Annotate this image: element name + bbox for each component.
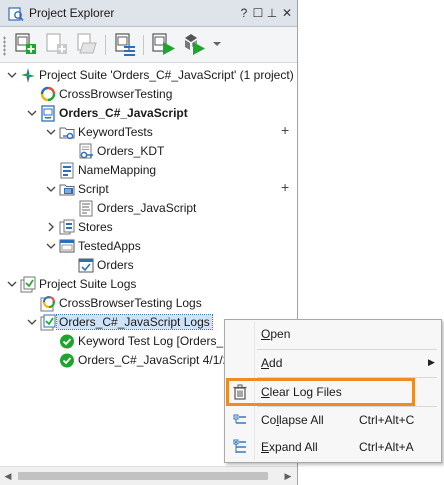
- tree-label: Project Suite Logs: [39, 277, 137, 291]
- add-script-icon[interactable]: +: [281, 179, 289, 195]
- folder-open-icon: [77, 33, 97, 54]
- menu-item-label: Collapse All: [261, 413, 324, 427]
- menu-item-open[interactable]: Open: [225, 322, 441, 346]
- collapse-arrow-icon[interactable]: [6, 68, 18, 82]
- testedapps-icon: [59, 239, 75, 253]
- menu-item-label: Add: [261, 356, 283, 370]
- help-button[interactable]: ?: [237, 5, 251, 21]
- expand-arrow-icon[interactable]: [45, 220, 57, 234]
- collapse-arrow-icon[interactable]: [45, 239, 57, 253]
- add-new-icon: [15, 33, 36, 54]
- menu-shortcut: Ctrl+Alt+C: [359, 413, 415, 427]
- keyword-test-icon: [79, 143, 93, 159]
- tree-label: Orders_C#_JavaScript Logs: [56, 314, 213, 330]
- crossbrowsertesting-icon: [40, 86, 56, 102]
- cbt-logs-icon: [40, 296, 55, 312]
- log-success-icon: [60, 334, 74, 349]
- collapse-arrow-icon[interactable]: [26, 106, 38, 120]
- panel-title-bar: Project Explorer ? ☐ ⊥ ✕: [0, 0, 297, 27]
- add-keywordtest-icon[interactable]: +: [281, 122, 289, 138]
- tree-label: Orders: [97, 258, 134, 272]
- menu-item-label: Open: [261, 327, 291, 341]
- add-new-item-button[interactable]: [12, 31, 38, 57]
- toolbar-grip[interactable]: [3, 36, 6, 56]
- tree-label: Project Suite 'Orders_C#_JavaScript' (1 …: [39, 68, 294, 82]
- scroll-right-icon[interactable]: ▶: [283, 471, 293, 481]
- toolbar-dropdown[interactable]: [210, 31, 224, 57]
- namemapping-icon: [60, 162, 74, 179]
- menu-item-add[interactable]: Add ▶: [225, 351, 441, 375]
- tree-label: CrossBrowserTesting Logs: [59, 296, 202, 310]
- collapse-all-icon: [233, 414, 246, 424]
- collapse-arrow-icon[interactable]: [45, 182, 57, 196]
- run-test-icon: [185, 34, 205, 55]
- menu-separator: [257, 406, 437, 407]
- run-project-button[interactable]: [150, 31, 176, 57]
- clear-log-files-highlight: [226, 378, 415, 406]
- submenu-arrow-icon: ▶: [428, 357, 435, 367]
- tree-label: Orders_JavaScript: [97, 201, 197, 215]
- script-unit-icon: [79, 200, 93, 217]
- open-folder-button[interactable]: [74, 31, 100, 57]
- project-suite-icon: [21, 68, 35, 83]
- keywordtests-folder-icon: [59, 127, 75, 140]
- script-folder-icon: [59, 184, 75, 196]
- toolbar-separator: [105, 35, 106, 55]
- tree-label: Orders_KDT: [97, 144, 165, 158]
- expand-all-icon: [233, 439, 246, 453]
- scrollbar-thumb[interactable]: [18, 472, 268, 480]
- tree-label: NameMapping: [78, 163, 157, 177]
- suite-logs-icon: [20, 276, 36, 293]
- chevron-down-icon: [213, 42, 221, 46]
- toolbar: [0, 27, 297, 63]
- tree-label: Orders_C#_JavaScript: [59, 106, 188, 120]
- close-button[interactable]: ✕: [280, 5, 294, 21]
- float-button[interactable]: ☐: [251, 5, 265, 21]
- tree-label: Orders_C#_JavaScript 4/1/20: [78, 353, 237, 367]
- horizontal-scrollbar[interactable]: ◀ ▶: [0, 466, 297, 485]
- menu-item-collapse-all[interactable]: Collapse All Ctrl+Alt+C: [225, 408, 441, 432]
- tree-label: Script: [78, 182, 109, 196]
- collapse-arrow-icon[interactable]: [26, 315, 38, 329]
- menu-shortcut: Ctrl+Alt+A: [359, 440, 414, 454]
- project-explorer-icon: [8, 7, 24, 22]
- collapse-arrow-icon[interactable]: [6, 277, 18, 291]
- add-existing-icon: [46, 33, 67, 54]
- test-items-button[interactable]: [112, 31, 138, 57]
- scroll-left-icon[interactable]: ◀: [3, 471, 13, 481]
- log-success-icon: [60, 353, 74, 368]
- menu-item-expand-all[interactable]: Expand All Ctrl+Alt+A: [225, 435, 441, 459]
- tree-label: KeywordTests: [78, 125, 153, 139]
- tree-node-keywordtests[interactable]: KeywordTests: [45, 123, 297, 142]
- pin-button[interactable]: ⊥: [265, 5, 279, 21]
- tree-label: CrossBrowserTesting: [59, 87, 173, 101]
- add-existing-item-button[interactable]: [43, 31, 69, 57]
- project-icon: [41, 105, 55, 122]
- tree-node-script[interactable]: Script: [45, 180, 297, 199]
- toolbar-separator: [143, 35, 144, 55]
- run-project-icon: [152, 33, 175, 55]
- menu-separator: [257, 349, 437, 350]
- stores-icon: [59, 219, 75, 235]
- tested-app-icon: [78, 258, 94, 273]
- test-items-icon: [115, 33, 135, 56]
- menu-item-label: Expand All: [261, 440, 318, 454]
- tree-label: Stores: [78, 220, 113, 234]
- tree-label: TestedApps: [78, 239, 141, 253]
- project-logs-icon: [40, 314, 56, 331]
- run-test-button[interactable]: [181, 31, 207, 57]
- panel-title: Project Explorer: [29, 6, 115, 20]
- collapse-arrow-icon[interactable]: [45, 125, 57, 139]
